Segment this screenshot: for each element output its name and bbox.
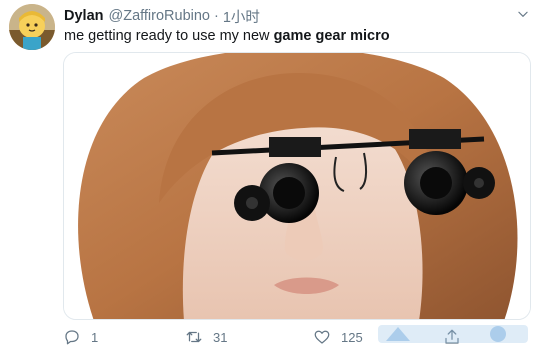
- like-button[interactable]: 125: [313, 326, 363, 348]
- author-name[interactable]: Dylan: [64, 8, 104, 24]
- heart-icon: [314, 330, 330, 344]
- retweet-icon: [186, 331, 202, 343]
- tweet-header: Dylan @ZaffiroRubino · 1小时: [64, 6, 260, 26]
- like-count: 125: [341, 329, 363, 345]
- retweet-button[interactable]: 31: [185, 326, 227, 348]
- tweet-text-bold: game gear micro: [273, 28, 390, 44]
- reply-icon: [65, 330, 79, 345]
- watermark-graphic: [378, 325, 528, 343]
- tweet-time[interactable]: 1小时: [223, 6, 260, 27]
- avatar[interactable]: [9, 4, 55, 50]
- tweet-media[interactable]: [63, 52, 531, 320]
- avatar-image: [9, 4, 55, 50]
- tweet-text: me getting ready to use my new game gear…: [64, 27, 390, 45]
- reply-button[interactable]: 1: [63, 326, 98, 348]
- reply-count: 1: [91, 329, 99, 345]
- chevron-down-icon[interactable]: [516, 7, 530, 21]
- retweet-count: 31: [213, 329, 228, 345]
- watermark-logo: [378, 321, 528, 347]
- separator-dot: ·: [214, 8, 219, 24]
- author-handle[interactable]: @ZaffiroRubino: [109, 8, 211, 24]
- media-image: [64, 53, 530, 319]
- tweet: Dylan @ZaffiroRubino · 1小时 me getting re…: [0, 0, 540, 351]
- tweet-text-prefix: me getting ready to use my new: [64, 28, 274, 44]
